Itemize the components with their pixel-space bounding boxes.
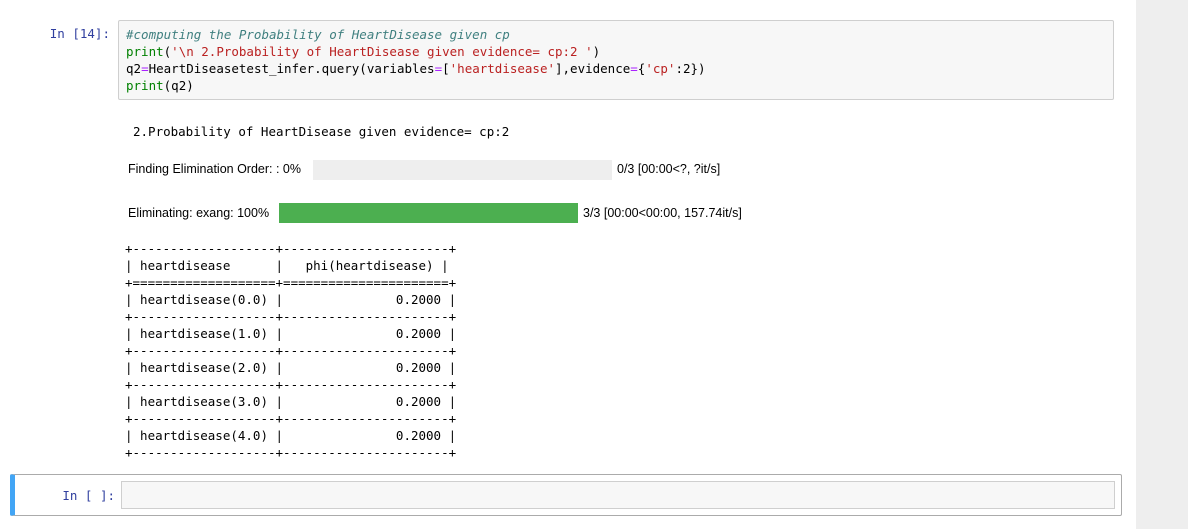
table-row: | heartdisease(4.0) | 0.2000 | (125, 428, 457, 443)
code-bracket: [ (442, 61, 450, 76)
table-row: | heartdisease(1.0) | 0.2000 | (125, 326, 457, 341)
progress-status-2: 3/3 [00:00<00:00, 157.74it/s] (583, 206, 742, 220)
code-plain: (q2) (163, 78, 194, 93)
table-row: | heartdisease(0.0) | 0.2000 | (125, 292, 457, 307)
table-row: | heartdisease(3.0) | 0.2000 | (125, 394, 457, 409)
code-operator: = (434, 61, 443, 76)
code-operator: = (141, 61, 149, 76)
code-string: 'heartdisease' (449, 61, 555, 76)
table-border: +-------------------+-------------------… (125, 377, 457, 392)
code-line-2: print('\n 2.Probability of HeartDisease … (126, 43, 1113, 60)
code-paren: ) (592, 44, 601, 59)
code-builtin: print (126, 78, 164, 93)
table-row: | heartdisease(2.0) | 0.2000 | (125, 360, 457, 375)
progress-status-1: 0/3 [00:00<?, ?it/s] (617, 162, 721, 176)
table-border: +-------------------+-------------------… (125, 445, 457, 460)
code-line-1: #computing the Probability of HeartDisea… (126, 26, 1113, 43)
progress-bar-1 (313, 160, 612, 180)
factor-table: +-------------------+-------------------… (125, 240, 456, 461)
table-border: +-------------------+-------------------… (125, 241, 457, 256)
code-operator: = (630, 61, 638, 76)
output-heading: 2.Probability of HeartDisease given evid… (133, 124, 510, 139)
table-border: +-------------------+-------------------… (125, 343, 457, 358)
progress-label-2: Eliminating: exang: 100% (128, 206, 270, 220)
code-string: '\n 2.Probability of HeartDisease given … (171, 44, 593, 59)
code-line-3: q2=HeartDiseasetest_infer.query(variable… (126, 60, 1113, 77)
table-border: +-------------------+-------------------… (125, 411, 457, 426)
right-gutter (1136, 0, 1188, 529)
cell-input-prompt-empty: In [ ]: (62, 488, 115, 503)
code-call: HeartDiseasetest_infer.query(variables (148, 61, 435, 76)
progress-bar-2 (279, 203, 578, 223)
code-builtin: print (126, 44, 164, 59)
code-string: 'cp' (645, 61, 676, 76)
progress-fill-2 (279, 203, 578, 223)
code-editor[interactable]: #computing the Probability of HeartDisea… (118, 20, 1114, 100)
progress-label-1: Finding Elimination Order: : 0% (128, 162, 301, 176)
code-line-4: print(q2) (126, 77, 1113, 94)
table-header-separator: +===================+===================… (125, 275, 457, 290)
table-border: +-------------------+-------------------… (125, 309, 457, 324)
table-header: | heartdisease | phi(heartdisease) | (125, 258, 449, 273)
code-var: q2 (126, 61, 142, 76)
code-plain: :2}) (675, 61, 706, 76)
code-editor-empty[interactable] (121, 481, 1115, 509)
cell-input-prompt: In [14]: (49, 26, 110, 41)
code-comment: #computing the Probability of HeartDisea… (126, 27, 510, 42)
code-plain: ],evidence (555, 61, 631, 76)
